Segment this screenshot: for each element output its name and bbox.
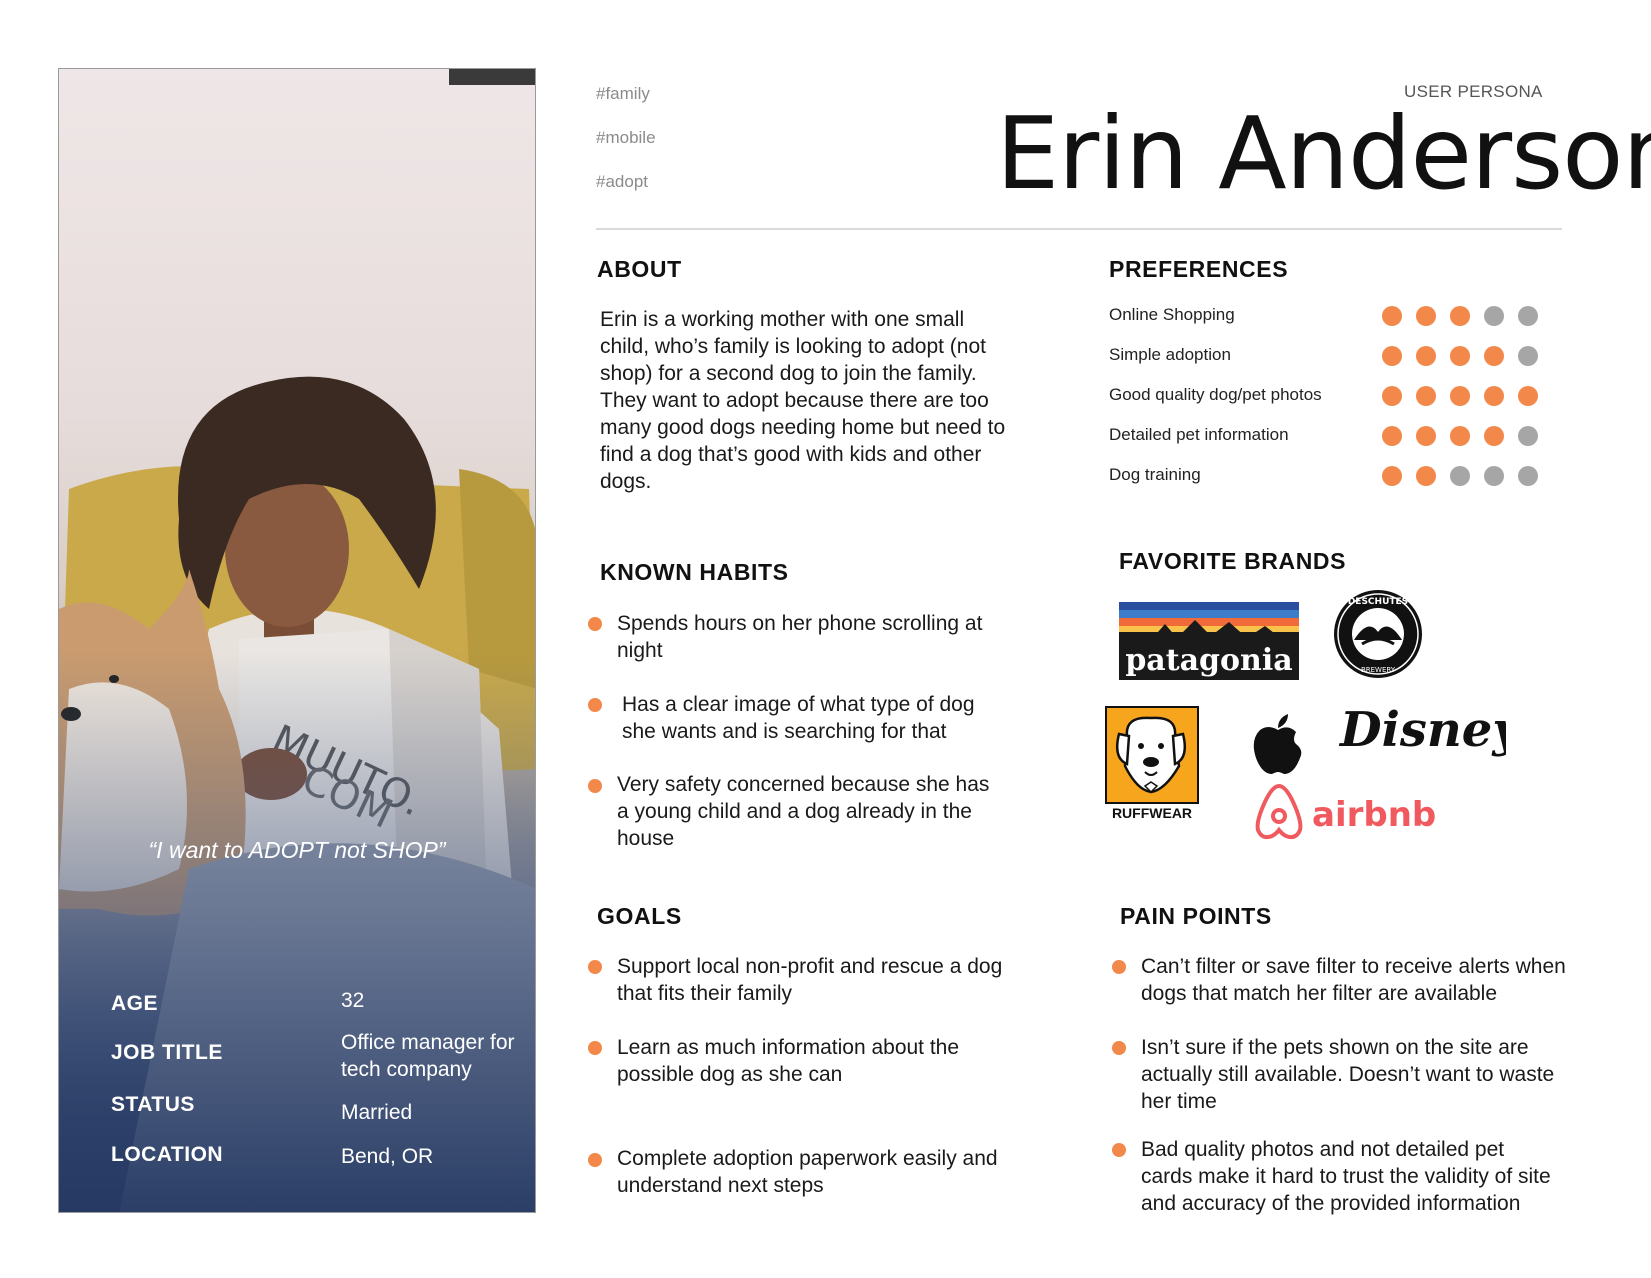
- rating-dot-filled: [1416, 306, 1436, 326]
- rating-dot-empty: [1450, 466, 1470, 486]
- rating-dot-empty: [1484, 466, 1504, 486]
- rating-dot-empty: [1518, 466, 1538, 486]
- habits-heading: KNOWN HABITS: [600, 559, 789, 585]
- bullet-dot: [588, 779, 602, 793]
- fact-value: Office manager for tech company: [341, 1031, 515, 1081]
- svg-text:RUFFWEAR: RUFFWEAR: [1112, 805, 1192, 821]
- rating-dot-filled: [1450, 386, 1470, 406]
- pain-point-item: Isn’t sure if the pets shown on the site…: [1141, 1036, 1555, 1113]
- rating-dot-filled: [1382, 426, 1402, 446]
- bullet-dot: [588, 698, 602, 712]
- habit-item: Spends hours on her phone scrolling at n…: [617, 612, 983, 662]
- fact-key: AGE: [111, 992, 159, 1015]
- habit-item: Has a clear image of what type of dog sh…: [622, 693, 975, 743]
- preferences-heading: PREFERENCES: [1109, 256, 1289, 282]
- fact-key: LOCATION: [111, 1143, 224, 1166]
- deschutes-logo: DESCHUTES BREWERY: [1332, 588, 1424, 680]
- pref-label: Detailed pet information: [1109, 425, 1289, 444]
- pref-rating: [1382, 426, 1552, 446]
- rating-dot-filled: [1382, 386, 1402, 406]
- bullet-dot: [588, 617, 602, 631]
- bullet-dot: [1112, 1143, 1126, 1157]
- pain-point-item: Can’t filter or save filter to receive a…: [1141, 955, 1566, 1005]
- airbnb-logo: airbnb: [1252, 782, 1442, 840]
- fact-value: Married: [341, 1101, 413, 1124]
- fact-key: JOB TITLE: [111, 1041, 223, 1064]
- svg-text:DESCHUTES: DESCHUTES: [1348, 597, 1408, 607]
- pref-label: Simple adoption: [1109, 345, 1231, 364]
- bullet-dot: [588, 1041, 602, 1055]
- tag-adopt: #adopt: [596, 172, 648, 191]
- rating-dot-filled: [1450, 426, 1470, 446]
- pref-rating: [1382, 306, 1552, 326]
- rating-dot-empty: [1518, 426, 1538, 446]
- rating-dot-filled: [1382, 466, 1402, 486]
- pref-rating: [1382, 466, 1552, 486]
- pref-rating: [1382, 346, 1552, 366]
- svg-text:BREWERY: BREWERY: [1361, 666, 1396, 674]
- pain-points-heading: PAIN POINTS: [1120, 903, 1272, 929]
- pref-rating: [1382, 386, 1552, 406]
- bullet-dot: [1112, 1041, 1126, 1055]
- rating-dot-filled: [1484, 346, 1504, 366]
- pref-label: Dog training: [1109, 465, 1201, 484]
- habit-item: Very safety concerned because she has a …: [617, 773, 990, 850]
- rating-dot-empty: [1518, 306, 1538, 326]
- card-gradient-overlay: [59, 652, 535, 1212]
- pref-label: Good quality dog/pet photos: [1109, 385, 1322, 404]
- pain-point-item: Bad quality photos and not detailed pet …: [1141, 1138, 1551, 1215]
- rating-dot-filled: [1450, 346, 1470, 366]
- rating-dot-filled: [1450, 306, 1470, 326]
- bullet-dot: [1112, 960, 1126, 974]
- persona-quote: “I want to ADOPT not SHOP”: [148, 837, 446, 863]
- fact-value: 32: [341, 989, 365, 1012]
- rating-dot-filled: [1484, 386, 1504, 406]
- rating-dot-filled: [1416, 426, 1436, 446]
- bullet-dot: [588, 960, 602, 974]
- goals-heading: GOALS: [597, 903, 682, 929]
- about-heading: ABOUT: [597, 256, 682, 282]
- header-divider: [596, 228, 1562, 230]
- persona-photo-card: MUUTO. COM “I want to ADOPT not SHOP” AG…: [58, 68, 536, 1213]
- fact-key: STATUS: [111, 1093, 195, 1116]
- bullet-dot: [588, 1153, 602, 1167]
- rating-dot-filled: [1382, 346, 1402, 366]
- rating-dot-filled: [1416, 346, 1436, 366]
- persona-name: Erin Anderson: [996, 95, 1651, 212]
- rating-dot-empty: [1518, 346, 1538, 366]
- about-text: Erin is a working mother with one small …: [600, 308, 1006, 493]
- goal-item: Learn as much information about the poss…: [617, 1036, 960, 1086]
- svg-text:Disney: Disney: [1338, 702, 1506, 758]
- rating-dot-filled: [1484, 426, 1504, 446]
- apple-logo: [1250, 712, 1306, 778]
- rating-dot-filled: [1518, 386, 1538, 406]
- rating-dot-filled: [1416, 386, 1436, 406]
- brands-heading: FAVORITE BRANDS: [1119, 548, 1347, 574]
- rating-dot-filled: [1416, 466, 1436, 486]
- rating-dot-filled: [1382, 306, 1402, 326]
- svg-text:patagonia: patagonia: [1125, 643, 1292, 678]
- ruffwear-logo: RUFFWEAR: [1105, 706, 1201, 822]
- patagonia-logo: patagonia: [1119, 602, 1299, 680]
- goal-item: Support local non-profit and rescue a do…: [617, 955, 1003, 1005]
- svg-text:airbnb: airbnb: [1312, 795, 1436, 835]
- disney-logo: Disney: [1336, 694, 1523, 770]
- tag-family: #family: [596, 84, 650, 103]
- pref-label: Online Shopping: [1109, 305, 1235, 324]
- goal-item: Complete adoption paperwork easily and u…: [617, 1147, 998, 1197]
- fact-value: Bend, OR: [341, 1145, 434, 1168]
- rating-dot-empty: [1484, 306, 1504, 326]
- tag-mobile: #mobile: [596, 128, 656, 147]
